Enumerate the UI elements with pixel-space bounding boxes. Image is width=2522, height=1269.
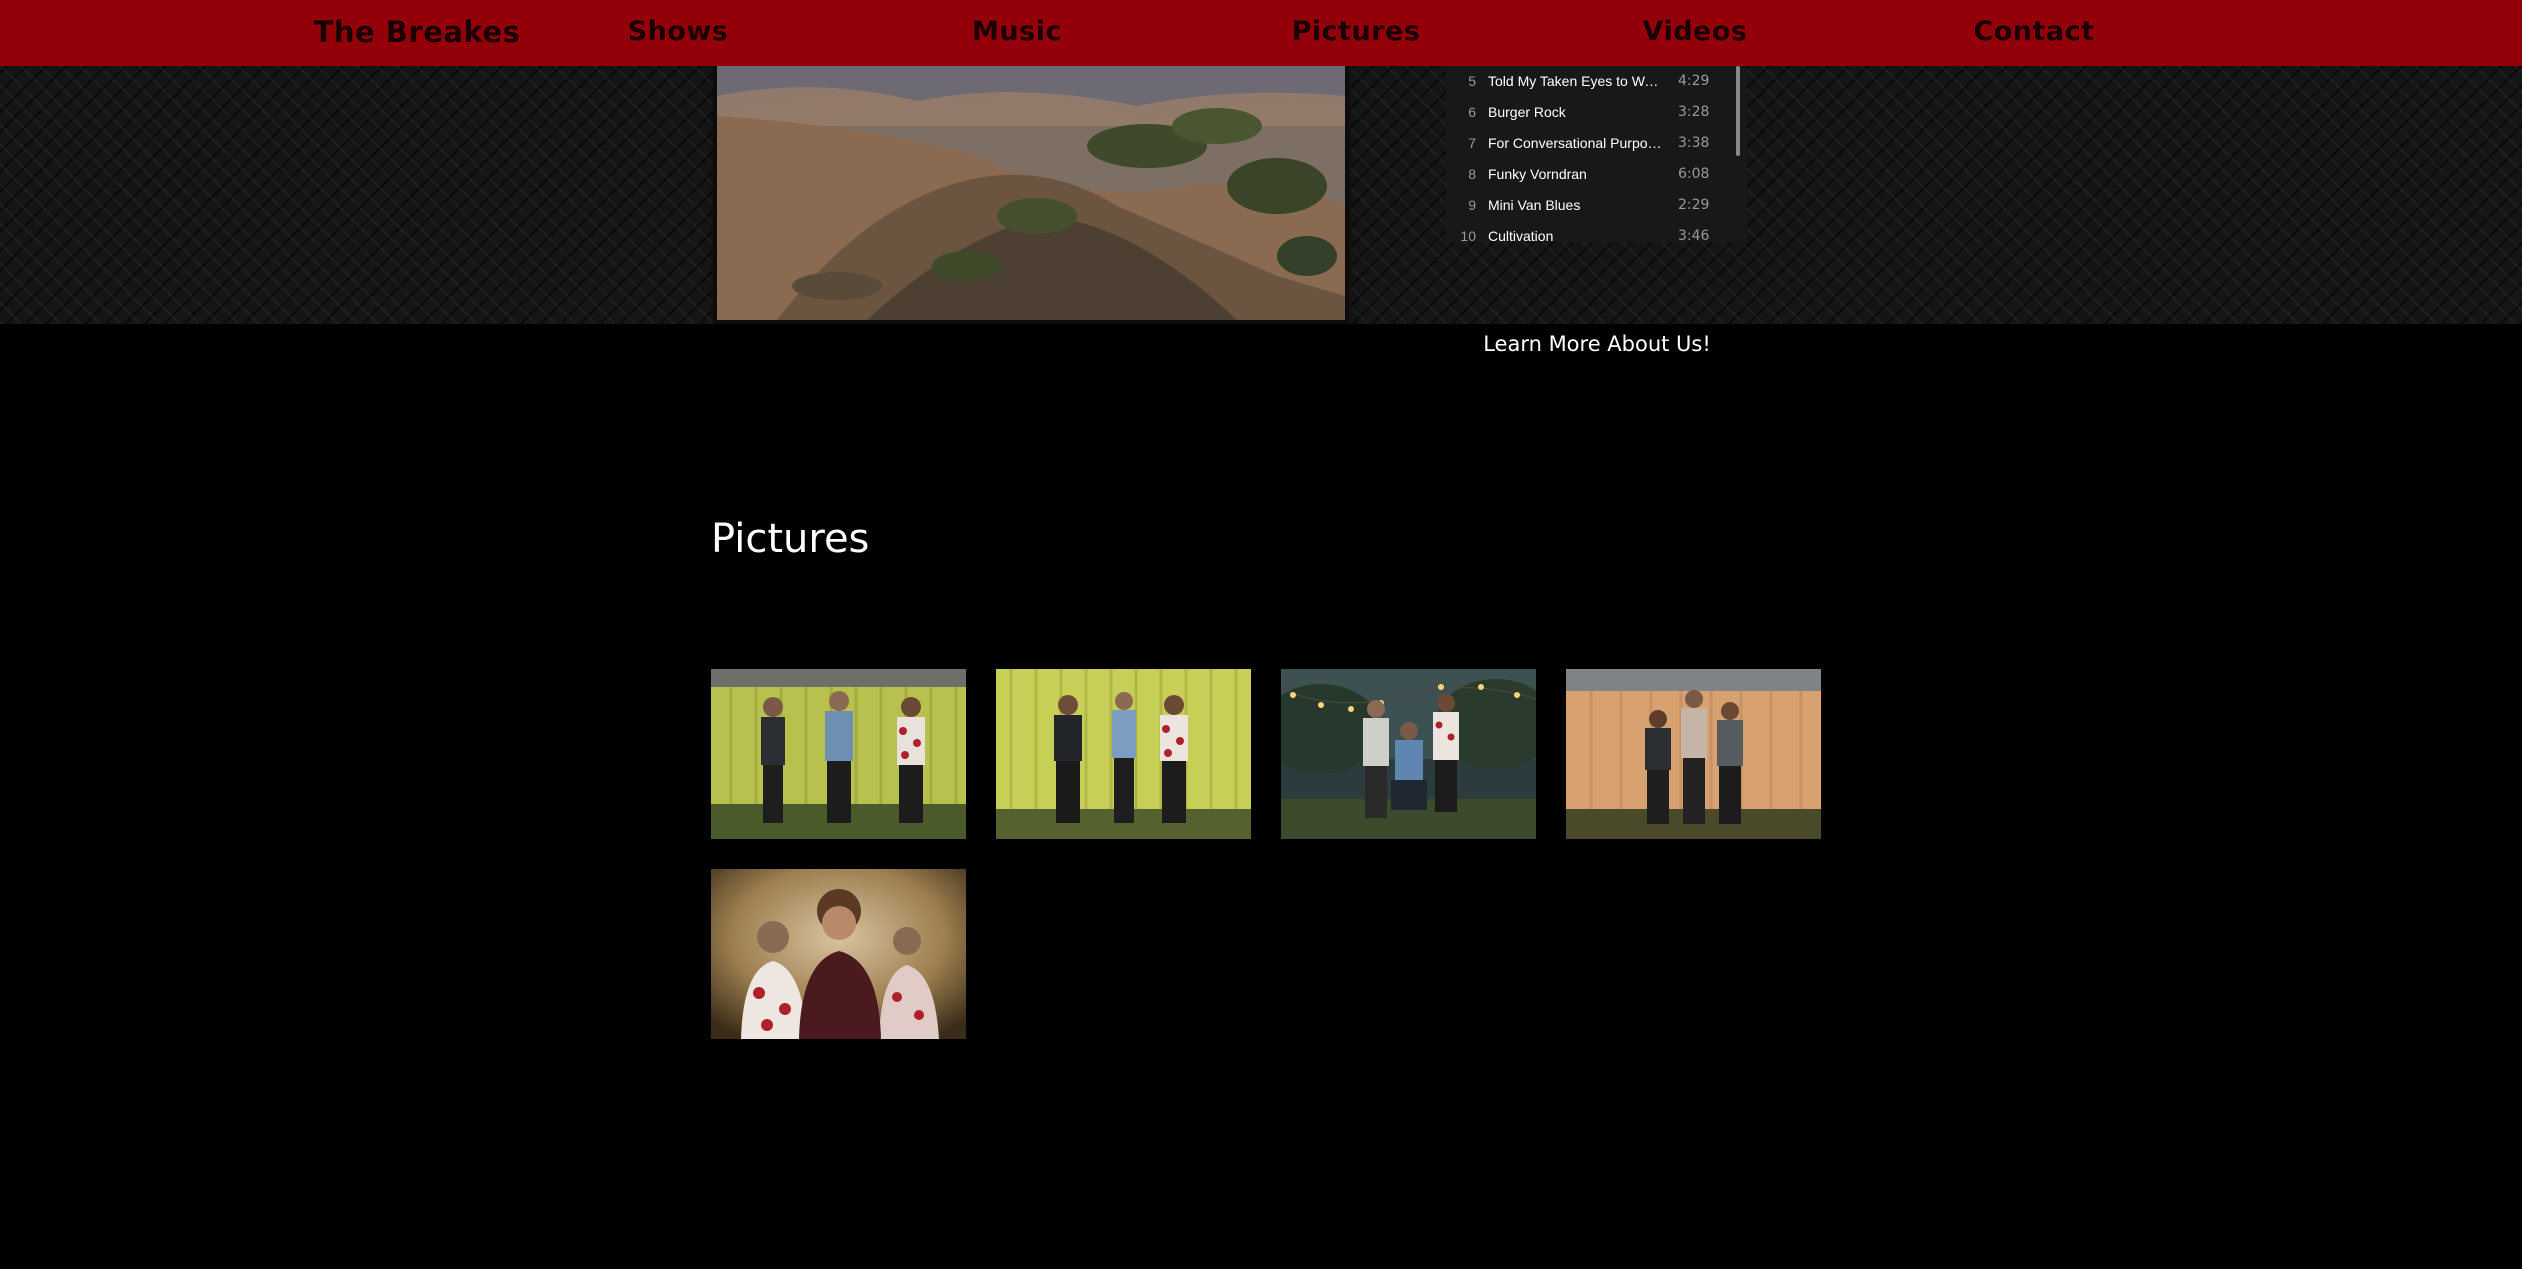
track-title: Burger Rock bbox=[1488, 104, 1566, 120]
track-duration: 2:29 bbox=[1678, 197, 1710, 213]
hero-band: 5 Told My Taken Eyes to Wan... 4:29 6 Bu… bbox=[0, 66, 2522, 356]
playlist-scrollbar[interactable] bbox=[1736, 66, 1740, 156]
track-row[interactable]: 7 For Conversational Purposes 3:38 bbox=[1446, 128, 1726, 159]
nav-videos[interactable]: Videos bbox=[1643, 0, 1748, 66]
track-row[interactable]: 5 Told My Taken Eyes to Wan... 4:29 bbox=[1446, 66, 1726, 97]
track-duration: 3:28 bbox=[1678, 104, 1710, 120]
track-number: 5 bbox=[1468, 73, 1476, 89]
track-number: 6 bbox=[1468, 104, 1476, 120]
track-duration: 3:38 bbox=[1678, 135, 1710, 151]
learn-more-link[interactable]: Learn More About Us! bbox=[1483, 332, 1711, 356]
track-title: Funky Vorndran bbox=[1488, 166, 1587, 182]
band-photo-orange-wall[interactable] bbox=[1566, 669, 1821, 839]
band-photo-string-lights[interactable] bbox=[1281, 669, 1536, 839]
nav-contact[interactable]: Contact bbox=[1973, 0, 2094, 66]
track-row[interactable]: 9 Mini Van Blues 2:29 bbox=[1446, 190, 1726, 221]
brand-link[interactable]: The Breakes bbox=[314, 0, 521, 66]
section-title: Pictures bbox=[711, 516, 870, 562]
band-photo-portrait[interactable] bbox=[711, 869, 966, 1039]
track-number: 9 bbox=[1468, 197, 1476, 213]
track-number: 8 bbox=[1468, 166, 1476, 182]
track-title: Cultivation bbox=[1488, 228, 1554, 242]
track-number: 7 bbox=[1468, 135, 1476, 151]
nav-shows[interactable]: Shows bbox=[628, 0, 729, 66]
band-photo-yellow-wall-2[interactable] bbox=[996, 669, 1251, 839]
track-playlist[interactable]: 5 Told My Taken Eyes to Wan... 4:29 6 Bu… bbox=[1446, 66, 1747, 242]
track-title: Mini Van Blues bbox=[1488, 197, 1581, 213]
track-row[interactable]: 8 Funky Vorndran 6:08 bbox=[1446, 159, 1726, 190]
band-photo-yellow-wall-1[interactable] bbox=[711, 669, 966, 839]
nav-music[interactable]: Music bbox=[972, 0, 1062, 66]
track-duration: 3:46 bbox=[1678, 228, 1710, 242]
track-title: Told My Taken Eyes to Wan... bbox=[1488, 73, 1666, 89]
track-duration: 4:29 bbox=[1678, 73, 1710, 89]
track-duration: 6:08 bbox=[1678, 166, 1710, 182]
canyon-photo bbox=[717, 66, 1345, 320]
nav-pictures[interactable]: Pictures bbox=[1292, 0, 1421, 66]
track-row[interactable]: 10 Cultivation 3:46 bbox=[1446, 221, 1726, 242]
top-nav: The Breakes Shows Music Pictures Videos … bbox=[0, 0, 2522, 66]
track-row[interactable]: 6 Burger Rock 3:28 bbox=[1446, 97, 1726, 128]
track-number: 10 bbox=[1460, 228, 1476, 242]
track-title: For Conversational Purposes bbox=[1488, 135, 1666, 151]
